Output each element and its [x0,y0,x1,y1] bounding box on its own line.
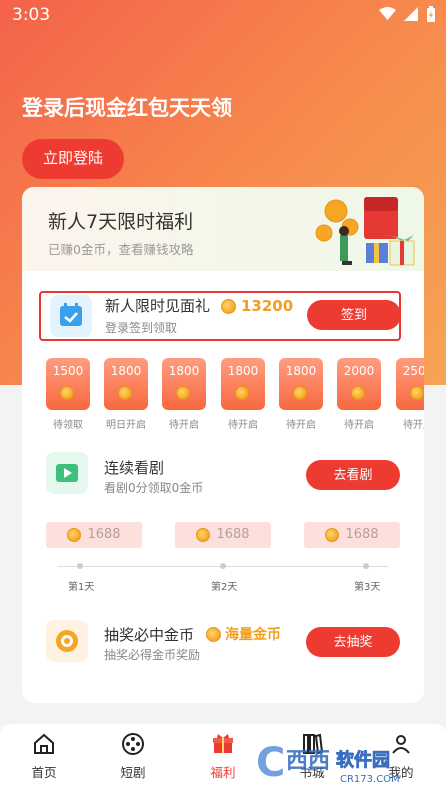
svg-text:西西: 西西 [286,749,330,774]
newbie-gift-coins: 13200 [241,297,294,315]
coin-icon [206,627,221,642]
coin-icon [293,386,307,400]
drama-reward-day1: 1688 [46,522,142,548]
checkin-day[interactable]: 2500待开启 [396,358,424,431]
svg-text:C: C [256,740,285,786]
timeline-day-label: 第1天 [68,582,95,593]
coin-icon [351,386,365,400]
red-envelope-gift-illustration [315,197,415,266]
site-watermark-logo: C 西西 软件园 CR173.COM [256,740,400,786]
welfare-card: 新人7天限时福利 已赚0金币，查看赚钱攻略 新人限时见面礼 13200 登录签到… [22,187,424,703]
tab-home[interactable]: 首页 [14,732,74,781]
timeline-dot [363,563,369,569]
coin-icon [196,527,211,542]
newbie-gift-title: 新人限时见面礼 [105,297,211,315]
coin-lottery-icon [46,620,88,662]
login-button[interactable]: 立即登陆 [22,139,124,179]
tab-label: 首页 [31,765,57,780]
coin-icon [67,527,82,542]
tab-welfare[interactable]: 福利 [193,732,253,781]
drama-task-subtitle: 看剧0分领取0金币 [104,481,204,495]
svg-text:CR173.COM: CR173.COM [340,774,400,785]
tab-label: 短剧 [120,765,146,780]
checkin-day[interactable]: 1800 明日开启 [104,358,148,431]
drama-reward-day3: 1688 [304,522,400,548]
signal-icon [404,7,418,21]
tab-label: 福利 [210,765,236,780]
timeline-day-label: 第3天 [354,582,381,593]
welfare-header: 新人7天限时福利 已赚0金币，查看赚钱攻略 [22,187,424,271]
coin-icon [235,386,249,400]
drama-reward-day2: 1688 [175,522,271,548]
status-bar: 3:03 [0,0,446,30]
newbie-gift-row: 新人限时见面礼 13200 登录签到领取 签到 [39,291,401,341]
film-reel-icon [122,733,144,755]
checkin-day[interactable]: 1800 待开启 [162,358,206,431]
watch-drama-button[interactable]: 去看剧 [306,460,400,490]
coin-icon [325,527,340,542]
lottery-button[interactable]: 去抽奖 [306,627,400,657]
hero-headline: 登录后现金红包天天领 [22,96,232,120]
tab-drama[interactable]: 短剧 [103,732,163,781]
drama-task-title: 连续看剧 [104,459,165,477]
checkin-day[interactable]: 2000 待开启 [337,358,381,431]
status-time: 3:03 [12,5,51,25]
battery-icon [427,6,435,22]
newbie-gift-subtitle: 登录签到领取 [105,321,178,335]
wifi-icon [379,7,396,20]
coin-icon [410,386,424,400]
checkin-day[interactable]: 1500 待领取 [46,358,90,431]
lottery-task-subtitle: 抽奖必得金币奖励 [104,648,201,662]
home-icon [34,733,54,754]
svg-text:软件园: 软件园 [336,749,390,771]
checkin-days-strip[interactable]: 1500 待领取 1800 明日开启 1800 待开启 1800 待开启 1800 待开启… [46,358,424,448]
timeline-dot [220,563,226,569]
timeline-dot [77,563,83,569]
checkin-day[interactable]: 1800 待开启 [221,358,265,431]
video-play-icon [46,452,88,494]
checkin-button[interactable]: 签到 [307,300,401,330]
lottery-task-title: 抽奖必中金币 [104,626,195,644]
welfare-title: 新人7天限时福利 [48,211,194,233]
coin-icon [176,386,190,400]
coin-icon [221,299,236,314]
coin-icon [60,386,74,400]
welfare-subtitle[interactable]: 已赚0金币，查看赚钱攻略 [48,239,193,258]
coin-icon [118,386,132,400]
timeline-day-label: 第2天 [211,582,238,593]
calendar-icon [50,295,92,337]
gift-icon [213,734,233,753]
lottery-task-badge: 海量金币 [225,627,281,643]
checkin-day[interactable]: 1800 待开启 [279,358,323,431]
